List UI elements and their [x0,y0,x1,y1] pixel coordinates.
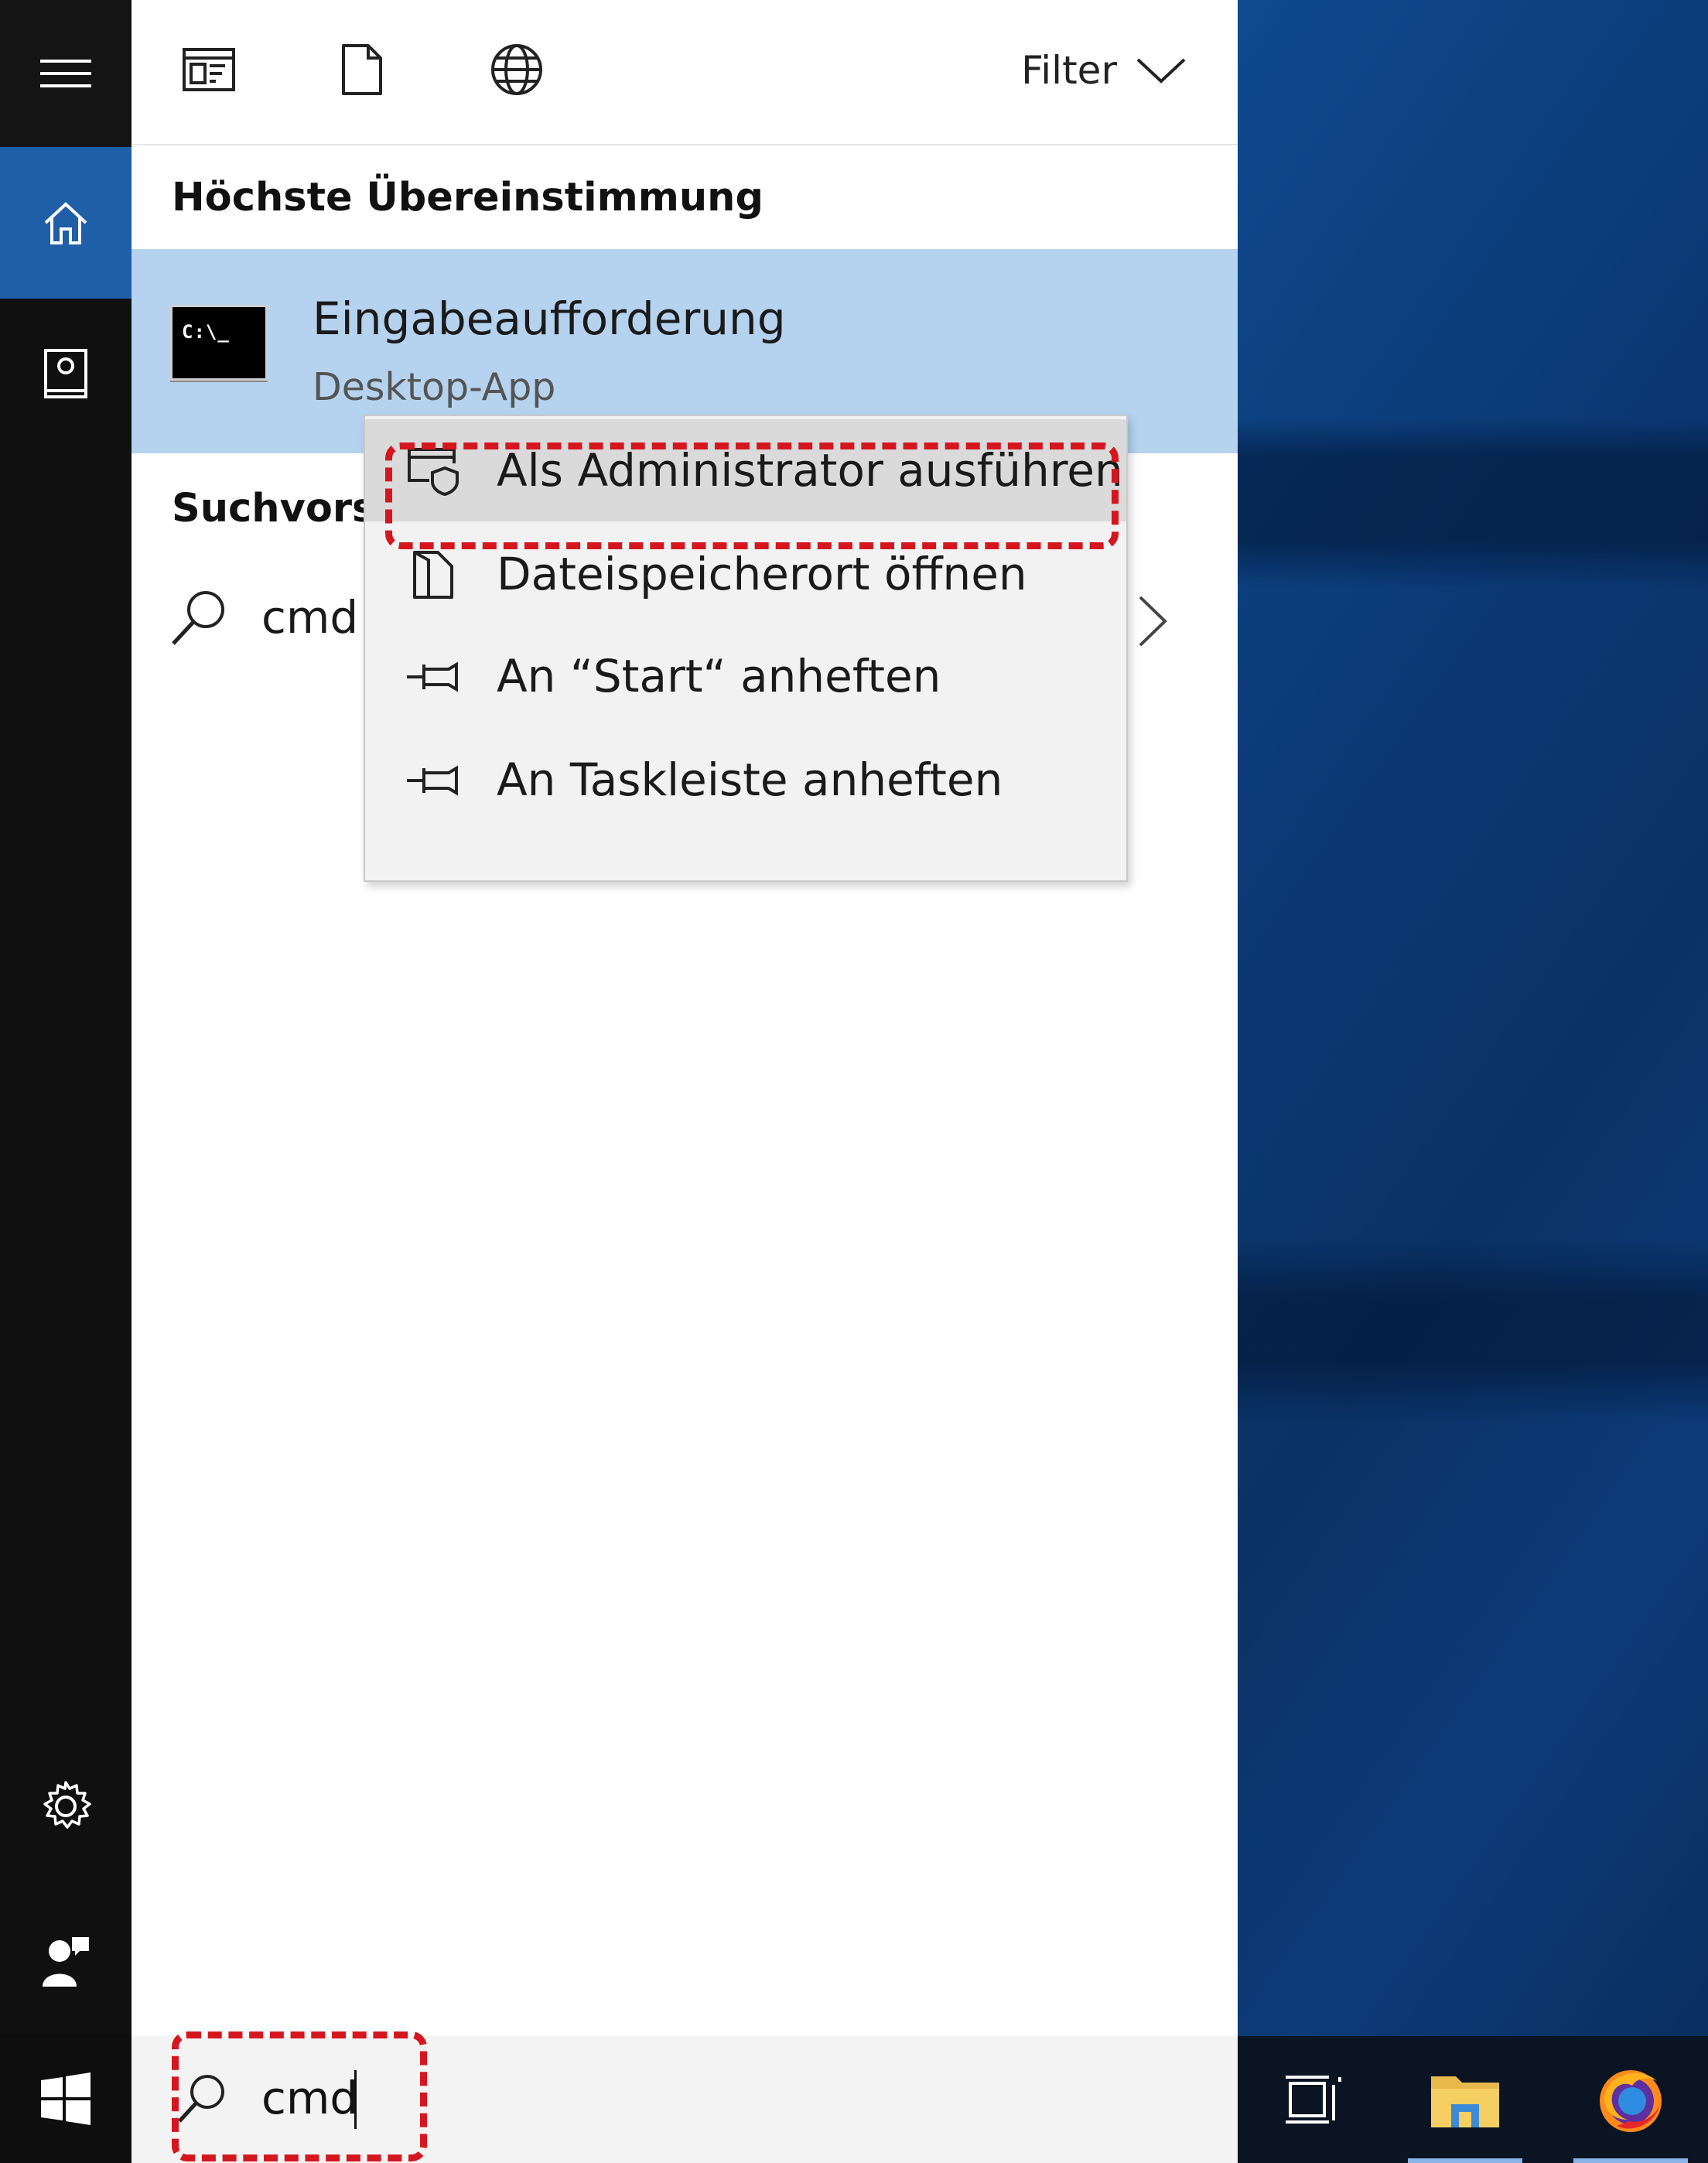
best-match-title: Eingabeaufforderung [313,292,786,345]
notebook-button[interactable] [0,302,132,449]
pin-icon [407,765,458,796]
filter-toolbar: Filter [132,0,1238,145]
settings-button[interactable] [0,1733,132,1880]
search-results-panel: Filter Höchste Übereinstimmung C:\_ Eing… [132,0,1238,2036]
desktop-background [1238,0,1708,2163]
run-as-admin-highlight [385,443,1119,549]
document-icon [342,44,382,95]
home-icon [44,202,87,244]
command-prompt-icon: C:\_ [170,305,268,381]
running-indicator [1408,2158,1522,2163]
start-rail [0,0,132,2163]
pin-to-taskbar-label: An Taskleiste anheften [497,753,1003,806]
task-view-button[interactable] [1238,2036,1389,2163]
documents-filter-button[interactable] [333,40,391,99]
web-suggestion-text: cmd [261,591,359,644]
task-view-icon [1286,2076,1341,2124]
running-indicator [1573,2158,1688,2163]
hamburger-icon [40,60,91,87]
file-location-icon [413,551,453,599]
windows-logo-icon [41,2072,91,2125]
taskbar [1238,2036,1708,2163]
search-box-highlight [172,2031,427,2161]
globe-icon [491,44,542,95]
best-match-heading: Höchste Übereinstimmung [172,175,763,220]
folder-icon [1431,2076,1499,2127]
file-explorer-button[interactable] [1389,2036,1541,2163]
gear-icon [43,1781,91,1829]
pin-to-start-item[interactable]: An “Start“ anheften [365,625,1126,727]
chevron-right-icon[interactable] [1137,594,1168,648]
filter-dropdown[interactable]: Filter [1021,42,1187,99]
notebook-icon [44,349,87,398]
web-filter-button[interactable] [487,40,546,99]
apps-filter-button[interactable] [179,40,238,99]
chevron-down-icon [1136,58,1186,84]
pin-icon [407,661,458,692]
feedback-person-icon [43,1937,89,1987]
firefox-button[interactable] [1555,2036,1706,2163]
cmd-icon-prompt: C:\_ [182,321,230,343]
best-match-subtitle: Desktop-App [313,365,556,409]
pin-to-taskbar-item[interactable]: An Taskleiste anheften [365,729,1126,831]
apps-filter-icon [183,48,235,91]
pin-to-start-label: An “Start“ anheften [497,650,941,702]
firefox-icon [1600,2070,1662,2132]
search-icon [172,591,224,645]
windows-start-button[interactable] [0,2035,132,2163]
filter-label: Filter [1021,48,1117,93]
hamburger-menu-button[interactable] [0,0,132,147]
feedback-button[interactable] [0,1888,132,2035]
home-button[interactable] [0,147,132,299]
open-file-location-label: Dateispeicherort öffnen [497,548,1027,600]
